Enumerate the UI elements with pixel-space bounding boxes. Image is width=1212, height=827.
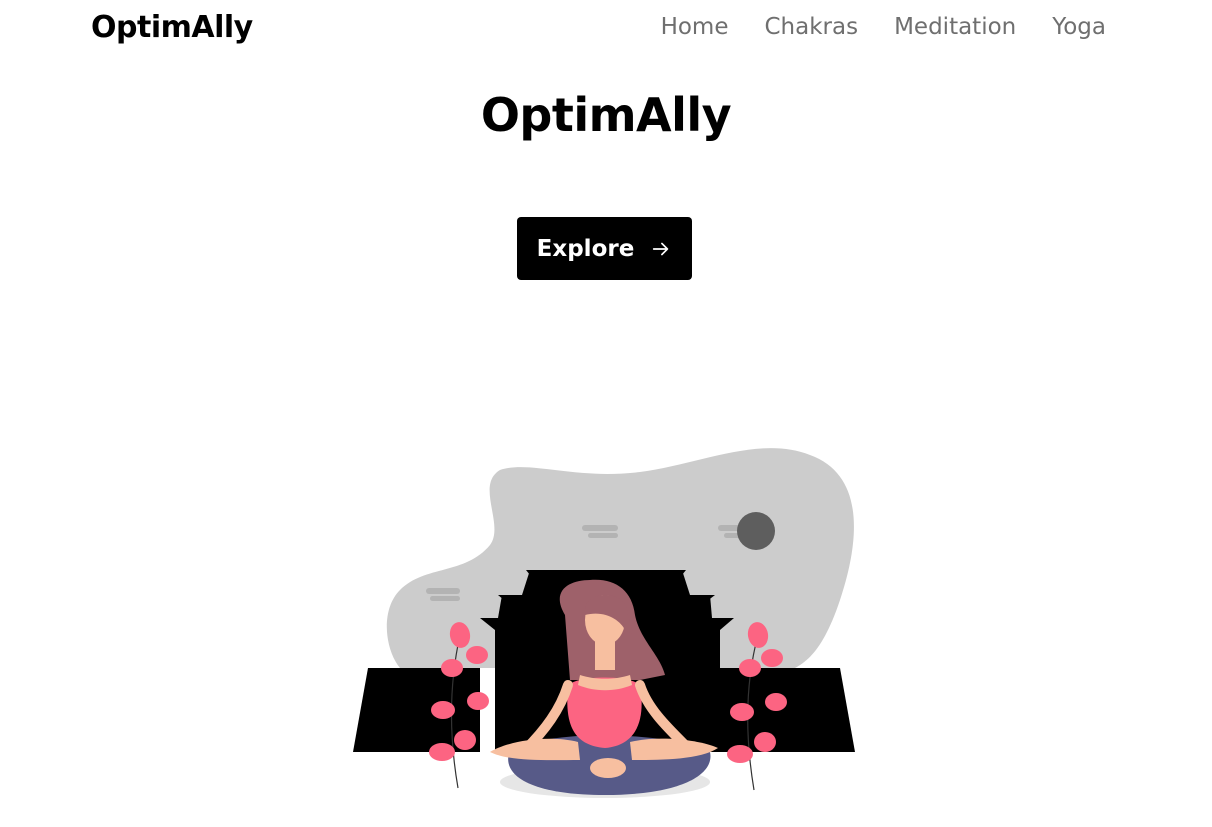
nav-link-chakras[interactable]: Chakras: [764, 14, 858, 40]
explore-button[interactable]: Explore: [517, 217, 692, 280]
meditation-illustration: [353, 448, 855, 798]
hero-title: OptimAlly: [480, 88, 732, 142]
navbar: OptimAlly Home Chakras Meditation Yoga: [0, 0, 1212, 60]
explore-button-label: Explore: [536, 235, 635, 262]
nav-link-home[interactable]: Home: [661, 14, 729, 40]
nav-link-yoga[interactable]: Yoga: [1052, 14, 1106, 40]
moon-icon: [737, 512, 775, 550]
brand-logo[interactable]: OptimAlly: [91, 10, 253, 45]
arrow-right-icon: [653, 242, 669, 255]
nav-link-meditation[interactable]: Meditation: [894, 14, 1016, 40]
nav-links: Home Chakras Meditation Yoga: [661, 14, 1106, 40]
